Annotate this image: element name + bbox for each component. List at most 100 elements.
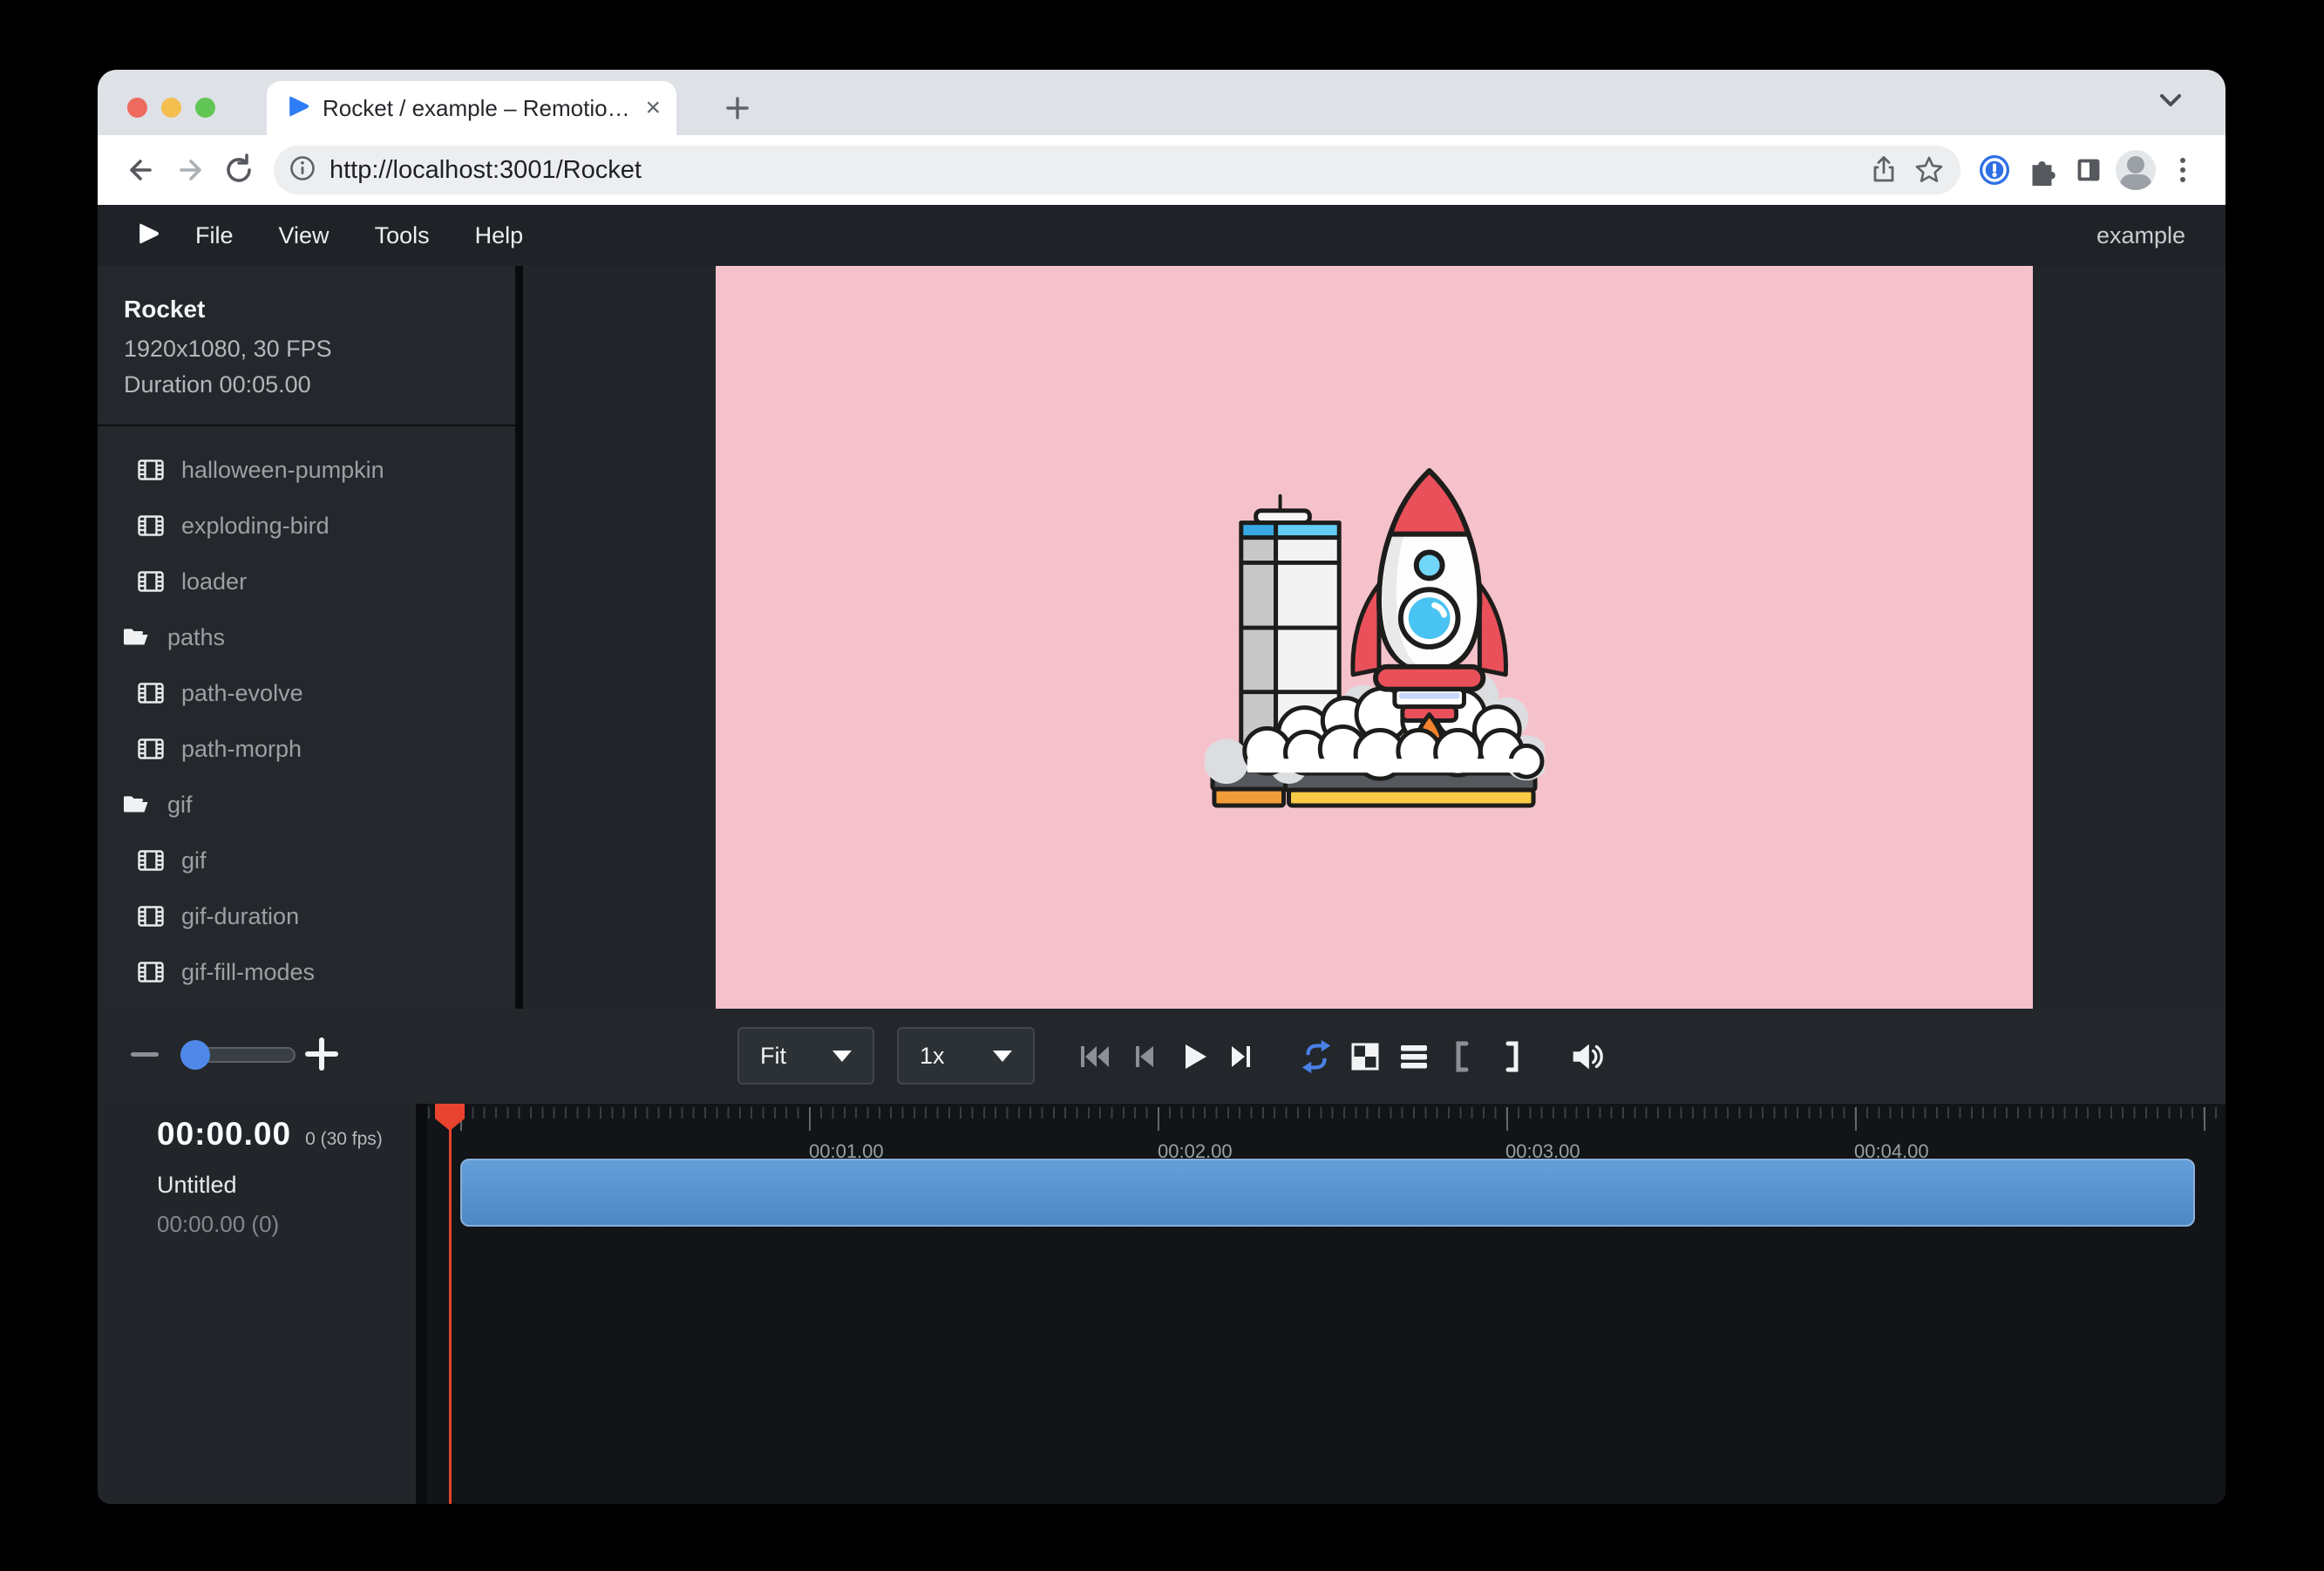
zoom-slider-thumb[interactable] — [180, 1040, 210, 1070]
out-marker-bracket-icon[interactable] — [1492, 1037, 1531, 1076]
tab-search-chevron-icon[interactable] — [2158, 92, 2184, 114]
film-icon — [136, 567, 166, 596]
sidebar-item-label: loader — [181, 568, 247, 595]
composition-resolution: 1920x1080, 30 FPS — [124, 336, 515, 363]
screenshot-stage: Rocket / example – Remotion P × — [0, 0, 2324, 1571]
composition-list: halloween-pumpkin exploding-bird loader … — [98, 426, 515, 1000]
loop-icon[interactable] — [1297, 1037, 1335, 1076]
timeline-left-panel: 00:00.00 0 (30 fps) Untitled 00:00.00 (0… — [98, 1104, 416, 1504]
chevron-down-icon — [993, 1051, 1012, 1062]
remotion-logo-icon[interactable] — [138, 221, 160, 251]
favicon-remotion-icon — [288, 93, 310, 124]
preview-area — [523, 266, 2225, 1009]
compositions-sidebar: Rocket 1920x1080, 30 FPS Duration 00:05.… — [98, 266, 523, 1009]
tab-title: Rocket / example – Remotion P — [323, 95, 633, 122]
sidebar-folder-gif[interactable]: gif — [98, 777, 515, 833]
sidebar-item-gif[interactable]: gif — [98, 833, 515, 888]
playback-controls-bar: Fit 1x — [98, 1009, 2225, 1104]
bookmark-star-icon[interactable] — [1906, 147, 1952, 193]
sidebar-item-halloween-pumpkin[interactable]: halloween-pumpkin — [98, 442, 515, 498]
tab-strip: Rocket / example – Remotion P × — [98, 70, 2225, 135]
composition-duration: Duration 00:05.00 — [124, 371, 515, 398]
last-frame-icon[interactable] — [1222, 1037, 1261, 1076]
sidebar-item-exploding-bird[interactable]: exploding-bird — [98, 498, 515, 554]
main-area: Rocket 1920x1080, 30 FPS Duration 00:05.… — [98, 266, 2225, 1009]
film-icon — [136, 901, 166, 931]
timeline-track-area[interactable]: 00:01.00 00:02.00 00:03.00 00:04.00 — [427, 1104, 2225, 1504]
back-icon[interactable] — [117, 146, 166, 194]
sidebar-item-label: path-morph — [181, 736, 302, 763]
sidebar-item-path-evolve[interactable]: path-evolve — [98, 665, 515, 721]
reload-icon[interactable] — [214, 146, 263, 194]
transparency-checkerboard-icon[interactable] — [1346, 1037, 1384, 1076]
url-text[interactable]: http://localhost:3001/Rocket — [330, 156, 1861, 185]
browser-window: Rocket / example – Remotion P × — [98, 70, 2225, 1504]
sidebar-item-gif-fill-modes[interactable]: gif-fill-modes — [98, 944, 515, 1000]
browser-menu-kebab-icon[interactable] — [2159, 146, 2206, 194]
folder-open-icon — [120, 790, 152, 820]
track-duration: 00:00.00 (0) — [157, 1211, 416, 1238]
transport-controls — [1076, 1009, 1606, 1104]
chevron-down-icon — [832, 1051, 852, 1062]
frame-counter: 0 (30 fps) — [305, 1129, 383, 1150]
volume-icon[interactable] — [1567, 1037, 1606, 1076]
project-name-label: example — [2096, 222, 2185, 249]
film-icon — [136, 734, 166, 764]
playback-speed-value: 1x — [920, 1043, 945, 1070]
minimize-window-button[interactable] — [161, 98, 181, 118]
sidebar-item-loader[interactable]: loader — [98, 554, 515, 609]
remotion-menu-bar: File View Tools Help example — [98, 205, 2225, 266]
video-canvas — [716, 266, 2033, 1009]
rocket-illustration — [1205, 459, 1545, 816]
timeline: 00:00.00 0 (30 fps) Untitled 00:00.00 (0… — [98, 1104, 2225, 1504]
play-icon[interactable] — [1173, 1037, 1212, 1076]
timeline-clip-bar[interactable] — [460, 1159, 2195, 1227]
sidebar-folder-paths[interactable]: paths — [98, 609, 515, 665]
close-window-button[interactable] — [127, 98, 147, 118]
zoom-window-button[interactable] — [195, 98, 215, 118]
new-tab-button[interactable] — [717, 87, 758, 129]
share-icon[interactable] — [1861, 147, 1906, 193]
side-panel-icon[interactable] — [2065, 146, 2112, 194]
menu-tools[interactable]: Tools — [375, 222, 430, 249]
composition-info: Rocket 1920x1080, 30 FPS Duration 00:05.… — [98, 266, 515, 398]
in-marker-bracket-icon[interactable] — [1444, 1037, 1482, 1076]
browser-toolbar: http://localhost:3001/Rocket — [98, 135, 2225, 205]
canvas-size-value: Fit — [760, 1043, 786, 1070]
current-timecode: 00:00.00 — [157, 1116, 291, 1153]
film-icon — [136, 511, 166, 541]
film-icon — [136, 678, 166, 708]
playhead-line — [449, 1104, 452, 1504]
menu-view[interactable]: View — [279, 222, 330, 249]
sidebar-item-gif-duration[interactable]: gif-duration — [98, 888, 515, 944]
sidebar-item-label: gif-fill-modes — [181, 959, 315, 986]
zoom-out-icon[interactable] — [131, 1052, 159, 1057]
sidebar-item-label: gif-duration — [181, 903, 299, 930]
extensions-puzzle-icon[interactable] — [2018, 146, 2065, 194]
composition-name: Rocket — [124, 296, 515, 323]
track-name: Untitled — [157, 1172, 416, 1199]
window-controls — [127, 98, 215, 118]
timeline-rows-icon[interactable] — [1395, 1037, 1433, 1076]
sidebar-folder-label: gif — [167, 792, 193, 819]
menu-help[interactable]: Help — [475, 222, 524, 249]
sidebar-folder-label: paths — [167, 624, 225, 651]
sidebar-item-label: exploding-bird — [181, 513, 330, 540]
profile-avatar[interactable] — [2112, 146, 2159, 194]
folder-open-icon — [120, 622, 152, 652]
timeline-ruler-major-ticks — [427, 1107, 2225, 1131]
site-info-icon[interactable] — [288, 153, 317, 187]
forward-icon[interactable] — [166, 146, 214, 194]
film-icon — [136, 846, 166, 875]
canvas-size-dropdown[interactable]: Fit — [737, 1027, 874, 1085]
url-bar[interactable]: http://localhost:3001/Rocket — [274, 146, 1960, 194]
previous-frame-icon[interactable] — [1125, 1037, 1163, 1076]
skip-to-start-icon[interactable] — [1076, 1037, 1114, 1076]
tab-close-icon[interactable]: × — [645, 95, 661, 121]
password-manager-icon[interactable] — [1971, 146, 2018, 194]
zoom-in-icon[interactable] — [305, 1037, 338, 1071]
playback-speed-dropdown[interactable]: 1x — [897, 1027, 1035, 1085]
browser-tab[interactable]: Rocket / example – Remotion P × — [267, 81, 676, 135]
menu-file[interactable]: File — [195, 222, 234, 249]
sidebar-item-path-morph[interactable]: path-morph — [98, 721, 515, 777]
